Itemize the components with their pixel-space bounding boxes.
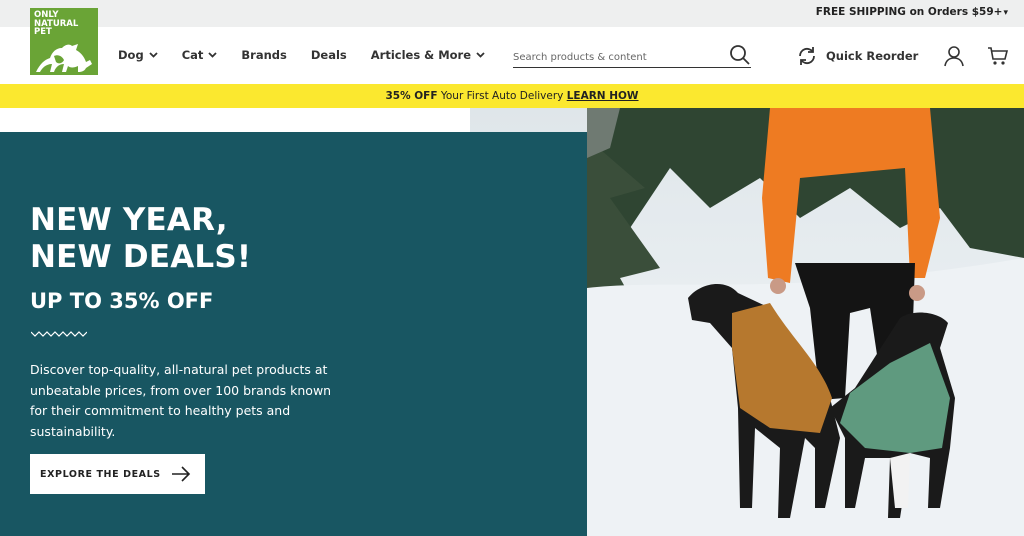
chevron-down-icon	[476, 52, 485, 58]
refresh-icon	[799, 47, 815, 65]
hero-subhead: UP TO 35% OFF	[30, 289, 214, 313]
free-shipping-link[interactable]: FREE SHIPPING on Orders $59+▾	[816, 6, 1008, 18]
nav-item-brands[interactable]: Brands	[241, 48, 286, 62]
nav-item-label: Articles & More	[370, 48, 472, 62]
free-shipping-text: FREE SHIPPING on Orders $59+	[815, 6, 1003, 18]
hero-promo-panel: NEW YEAR, NEW DEALS! UP TO 35% OFF Disco…	[0, 132, 587, 536]
nav-item-label: Dog	[118, 48, 144, 62]
nav-item-cat[interactable]: Cat	[182, 48, 218, 62]
search-input[interactable]	[513, 44, 713, 66]
chevron-down-icon: ▾	[1003, 8, 1008, 18]
quick-reorder-link[interactable]: Quick Reorder	[796, 45, 918, 67]
chevron-down-icon	[208, 52, 218, 58]
search-icon[interactable]	[729, 44, 751, 66]
promo-discount: 35% OFF	[385, 90, 438, 102]
nav-item-label: Deals	[310, 48, 347, 62]
chevron-down-icon	[149, 52, 158, 58]
squiggle-divider-icon	[31, 331, 87, 337]
hero-section: NEW YEAR, NEW DEALS! UP TO 35% OFF Disco…	[0, 108, 1024, 536]
hero-headline-line1: NEW YEAR,	[30, 202, 228, 238]
nav-item-label: Cat	[181, 48, 204, 62]
explore-deals-button[interactable]: EXPLORE THE DEALS	[30, 454, 205, 494]
search-bar	[513, 44, 751, 68]
promo-text: Your First Auto Delivery	[437, 90, 567, 102]
cart-icon[interactable]	[987, 45, 1009, 67]
nav-item-deals[interactable]: Deals	[311, 48, 347, 62]
top-announcement-bar: FREE SHIPPING on Orders $59+▾	[0, 0, 1024, 27]
logo-text: ONLY NATURAL PET	[34, 10, 79, 37]
hero-headline-line2: NEW DEALS!	[30, 239, 252, 275]
nav-item-dog[interactable]: Dog	[118, 48, 158, 62]
quick-reorder-label: Quick Reorder	[826, 49, 919, 63]
hero-headline: NEW YEAR, NEW DEALS!	[30, 202, 251, 276]
nav-item-label: Brands	[241, 48, 287, 62]
user-icon[interactable]	[943, 45, 965, 67]
arrow-right-icon	[172, 466, 191, 482]
promo-banner: 35% OFF Your First Auto Delivery LEARN H…	[0, 84, 1024, 108]
main-nav: Dog Cat Brands Deals Articles & More	[118, 48, 509, 62]
explore-deals-label: EXPLORE THE DEALS	[40, 468, 161, 480]
pet-silhouette-logo-icon	[36, 44, 92, 72]
hero-description: Discover top-quality, all-natural pet pr…	[30, 362, 332, 439]
nav-item-articles[interactable]: Articles & More	[371, 48, 485, 62]
learn-how-link[interactable]: LEARN HOW	[567, 90, 639, 102]
site-logo[interactable]: ONLY NATURAL PET	[30, 8, 98, 75]
